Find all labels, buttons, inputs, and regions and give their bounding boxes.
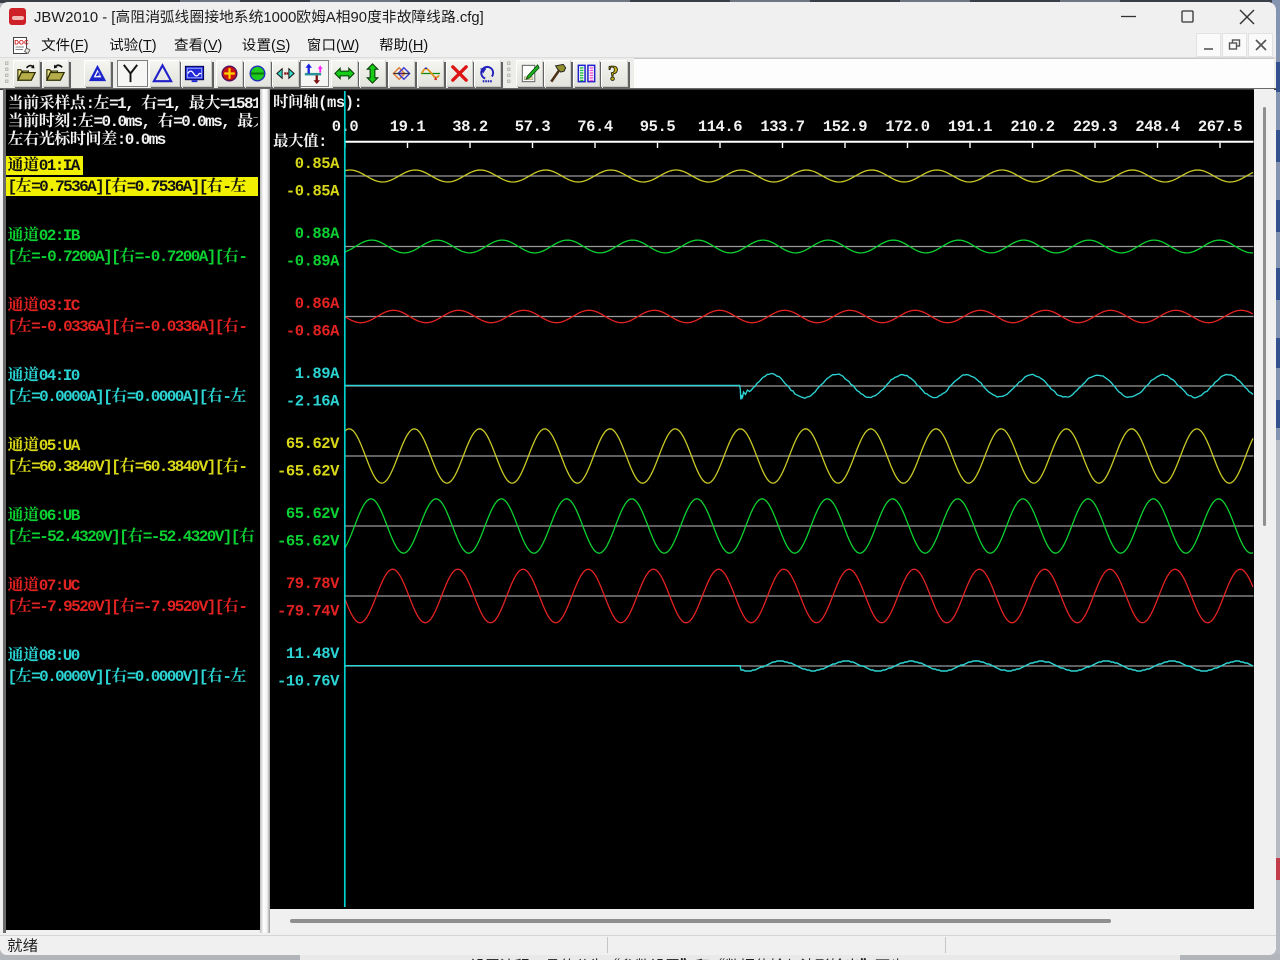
svg-text:95.5: 95.5 <box>640 118 676 136</box>
svg-text:-0.86A: -0.86A <box>286 323 340 341</box>
svg-text:-65.62V: -65.62V <box>277 463 340 481</box>
svg-text:0.85A: 0.85A <box>295 155 340 173</box>
svg-text:-79.74V: -79.74V <box>277 603 340 621</box>
svg-text:-10.76V: -10.76V <box>277 673 340 691</box>
svg-text:152.9: 152.9 <box>823 118 867 136</box>
svg-text:1.89A: 1.89A <box>295 365 340 383</box>
svg-text:57.3: 57.3 <box>515 118 551 136</box>
svg-text:最大值:: 最大值: <box>273 132 327 151</box>
svg-text:时间轴(ms):: 时间轴(ms): <box>273 93 362 112</box>
svg-text:0.86A: 0.86A <box>295 295 340 313</box>
svg-text:210.2: 210.2 <box>1010 118 1054 136</box>
svg-text:229.3: 229.3 <box>1073 118 1117 136</box>
svg-text:0.88A: 0.88A <box>295 225 340 243</box>
svg-text:79.78V: 79.78V <box>286 575 340 593</box>
svg-text:65.62V: 65.62V <box>286 505 340 523</box>
svg-text:-0.85A: -0.85A <box>286 183 340 201</box>
svg-text:114.6: 114.6 <box>698 118 742 136</box>
svg-text:DOC: DOC <box>14 40 29 47</box>
svg-text:267.5: 267.5 <box>1198 118 1242 136</box>
svg-text:-0.89A: -0.89A <box>286 253 340 271</box>
svg-text:172.0: 172.0 <box>885 118 929 136</box>
svg-text:?: ? <box>608 62 619 85</box>
svg-text:-65.62V: -65.62V <box>277 533 340 551</box>
svg-text:191.1: 191.1 <box>948 118 992 136</box>
svg-text:38.2: 38.2 <box>452 118 488 136</box>
svg-text:76.4: 76.4 <box>577 118 613 136</box>
svg-text:248.4: 248.4 <box>1135 118 1179 136</box>
svg-text:-2.16A: -2.16A <box>286 393 340 411</box>
svg-text:19.1: 19.1 <box>390 118 426 136</box>
svg-text:133.7: 133.7 <box>760 118 804 136</box>
svg-text:11.48V: 11.48V <box>286 645 340 663</box>
svg-text:65.62V: 65.62V <box>286 435 340 453</box>
